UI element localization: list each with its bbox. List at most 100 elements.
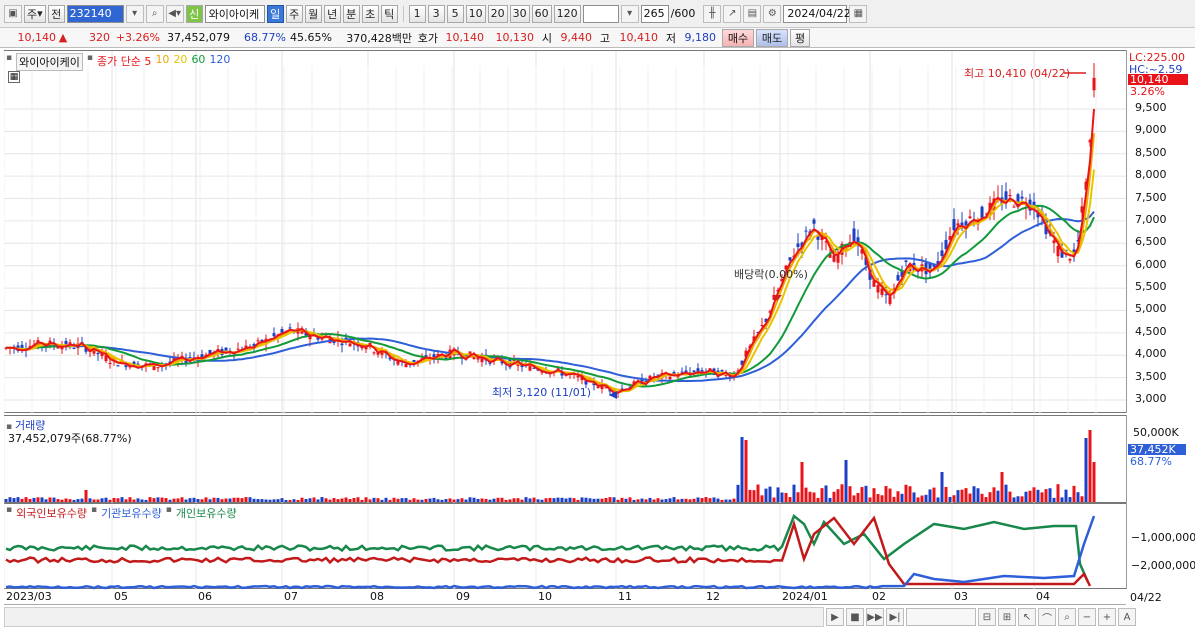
volume-bar bbox=[200, 499, 204, 502]
market-select[interactable]: 주 ▾ bbox=[24, 4, 46, 23]
main-toolbar: ▣ 주 ▾ 전 232140 ▾ ⌕ ◀▾ 신 와이아이케 일 주 월 년 분 초… bbox=[0, 0, 1195, 28]
interval-custom-input[interactable] bbox=[582, 4, 619, 23]
interval-20[interactable]: 20 bbox=[487, 4, 508, 23]
interval-dropdown-icon[interactable]: ▾ bbox=[620, 4, 639, 23]
legend-foreign: 외국인보유수량 bbox=[16, 507, 87, 520]
calendar-icon[interactable]: ▦ bbox=[849, 4, 868, 23]
end-icon[interactable]: ▶| bbox=[886, 608, 904, 626]
stock-code-input[interactable]: 232140 bbox=[66, 4, 124, 23]
holding-panel[interactable]: ▪ 외국인보유수량 ▪ 기관보유수량 ▪ 개인보유수량 bbox=[3, 503, 1126, 590]
candle-body bbox=[956, 223, 960, 226]
period-tick[interactable]: 틱 bbox=[380, 4, 398, 23]
interval-60[interactable]: 60 bbox=[531, 4, 552, 23]
interval-5[interactable]: 5 bbox=[446, 4, 464, 23]
open-price: 9,440 bbox=[560, 31, 593, 44]
period-week[interactable]: 주 bbox=[285, 4, 303, 23]
eval-button[interactable]: 평 bbox=[790, 28, 810, 47]
interval-1[interactable]: 1 bbox=[408, 4, 426, 23]
minus-icon[interactable]: − bbox=[1078, 608, 1096, 626]
volume-bar bbox=[596, 498, 600, 502]
volume-bar bbox=[612, 497, 616, 502]
interval-30[interactable]: 30 bbox=[509, 4, 530, 23]
scroll-right-icon[interactable]: ▶ bbox=[826, 608, 844, 626]
volume-bar bbox=[836, 489, 840, 502]
price-chart-panel[interactable]: ▪ 와이아이케이 ▪ 종가 단순 5 10 20 60 120 ▦ 최고 10,… bbox=[3, 50, 1126, 414]
legend-ma60: 60 bbox=[191, 53, 206, 66]
save-icon[interactable]: ▤ bbox=[743, 4, 762, 23]
search-icon[interactable]: ⌕ bbox=[145, 4, 164, 23]
window-icon[interactable]: ▣ bbox=[4, 4, 22, 23]
volume-bar bbox=[1008, 491, 1012, 502]
low-price: 9,180 bbox=[684, 31, 717, 44]
candle-body bbox=[272, 333, 276, 337]
volume-bar bbox=[296, 499, 300, 502]
line-icon[interactable]: ⌒ bbox=[1038, 608, 1056, 626]
volume-bar bbox=[616, 499, 620, 502]
volume-bar bbox=[656, 498, 660, 502]
period-month[interactable]: 월 bbox=[304, 4, 322, 23]
volume-bar bbox=[104, 497, 108, 502]
volume-bar bbox=[1084, 438, 1088, 502]
price-axis: LC:225.00 HC:~2.59 9,500 9,000 8,500 8,000 7… bbox=[1126, 50, 1195, 413]
code-dropdown-icon[interactable]: ▾ bbox=[125, 4, 144, 23]
volume-bar bbox=[8, 497, 12, 502]
volume-bar bbox=[568, 497, 572, 502]
volume-bar bbox=[848, 486, 852, 502]
volume-bar bbox=[540, 499, 544, 502]
price-tick: 7,000 bbox=[1135, 212, 1167, 226]
grid-toggle-icon[interactable]: ▦ bbox=[8, 71, 20, 83]
pause-icon[interactable]: ■ bbox=[846, 608, 864, 626]
period-day[interactable]: 일 bbox=[266, 4, 284, 23]
candle-body bbox=[1008, 195, 1012, 197]
current-price: 10,140 bbox=[17, 31, 57, 44]
count-input[interactable]: 265 bbox=[640, 4, 669, 23]
sell-button[interactable]: 매도 bbox=[756, 28, 788, 47]
volume-bar bbox=[256, 499, 260, 502]
buy-button[interactable]: 매수 bbox=[722, 28, 754, 47]
prev-button[interactable]: 전 bbox=[47, 4, 65, 23]
interval-120[interactable]: 120 bbox=[553, 4, 581, 23]
layout-icon[interactable]: ⊟ bbox=[978, 608, 996, 626]
volume-bar bbox=[716, 498, 720, 502]
chart-scrollbar[interactable] bbox=[4, 607, 824, 627]
volume-value-label: 37,452,079주(68.77%) bbox=[8, 432, 132, 445]
volume-panel[interactable]: ▪ 거래량 37,452,079주(68.77%) bbox=[3, 415, 1126, 504]
period-second[interactable]: 초 bbox=[361, 4, 379, 23]
volume-bar bbox=[184, 499, 188, 502]
interval-10[interactable]: 10 bbox=[465, 4, 486, 23]
volume-bar bbox=[728, 499, 732, 502]
period-minute[interactable]: 분 bbox=[342, 4, 360, 23]
current-price-tag: 10,140 bbox=[1128, 74, 1188, 85]
speaker-icon[interactable]: ◀▾ bbox=[165, 4, 184, 23]
zoom-icon[interactable]: ⌕ bbox=[1058, 608, 1076, 626]
fast-forward-icon[interactable]: ▶▶ bbox=[866, 608, 884, 626]
price-tick: 5,000 bbox=[1135, 302, 1167, 316]
candle-icon[interactable]: ╫ bbox=[703, 4, 722, 23]
turnover-rate: 45.65% bbox=[290, 31, 332, 44]
volume-bar bbox=[876, 494, 880, 502]
volume-bar bbox=[16, 497, 20, 502]
pointer-icon[interactable]: ↖ bbox=[1018, 608, 1036, 626]
gear-icon[interactable]: ⚙ bbox=[763, 4, 782, 23]
interval-3[interactable]: 3 bbox=[427, 4, 445, 23]
volume-bar bbox=[1004, 484, 1008, 502]
volume-bar bbox=[896, 491, 900, 502]
price-change: 320 bbox=[89, 31, 110, 44]
split-icon[interactable]: ⊞ bbox=[998, 608, 1016, 626]
volume-bar bbox=[76, 499, 80, 502]
volume-bar bbox=[60, 499, 64, 502]
volume-bar bbox=[380, 499, 384, 502]
draw-tool-icon[interactable]: ↗ bbox=[723, 4, 742, 23]
legend-individual: 개인보유수량 bbox=[175, 507, 237, 520]
volume-bar bbox=[1000, 472, 1004, 502]
date-input[interactable]: 2024/04/22 bbox=[783, 4, 851, 23]
zoom-slider[interactable] bbox=[906, 608, 976, 626]
candle-body bbox=[116, 365, 120, 367]
plus-icon[interactable]: + bbox=[1098, 608, 1116, 626]
date-tick: 06 bbox=[198, 590, 212, 603]
volume-bar bbox=[464, 499, 468, 502]
volume-bar bbox=[816, 497, 820, 502]
legend-institution: 기관보유수량 bbox=[101, 507, 162, 520]
period-year[interactable]: 년 bbox=[323, 4, 341, 23]
text-icon[interactable]: A bbox=[1118, 608, 1136, 626]
